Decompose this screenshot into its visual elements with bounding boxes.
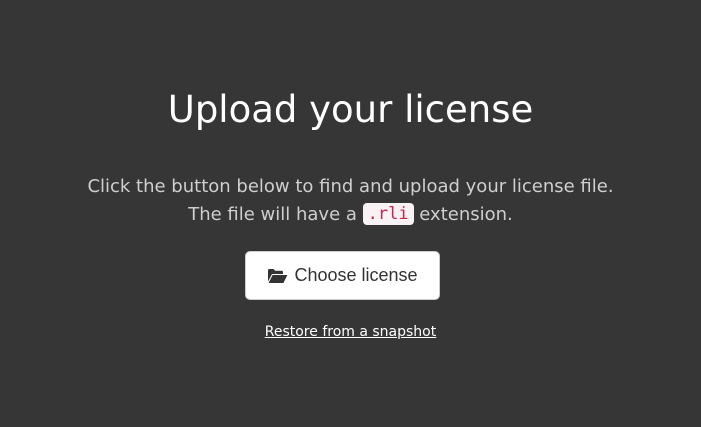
restore-link-container: Restore from a snapshot	[0, 322, 701, 342]
file-extension-code: .rli	[362, 203, 414, 225]
folder-open-icon	[267, 268, 288, 284]
instructions-line-2-suffix: extension.	[413, 204, 513, 225]
upload-license-page: Upload your license Click the button bel…	[0, 0, 701, 427]
page-title: Upload your license	[167, 88, 534, 131]
instructions: Click the button below to find and uploa…	[0, 173, 701, 229]
instructions-line-2-prefix: The file will have a	[188, 204, 363, 225]
instructions-line-1: Click the button below to find and uploa…	[87, 176, 614, 197]
restore-snapshot-link[interactable]: Restore from a snapshot	[265, 324, 437, 340]
choose-license-label: Choose license	[294, 265, 418, 285]
choose-license-button[interactable]: Choose license	[245, 251, 440, 300]
instructions-line-2: The file will have a .rli extension.	[0, 201, 701, 229]
